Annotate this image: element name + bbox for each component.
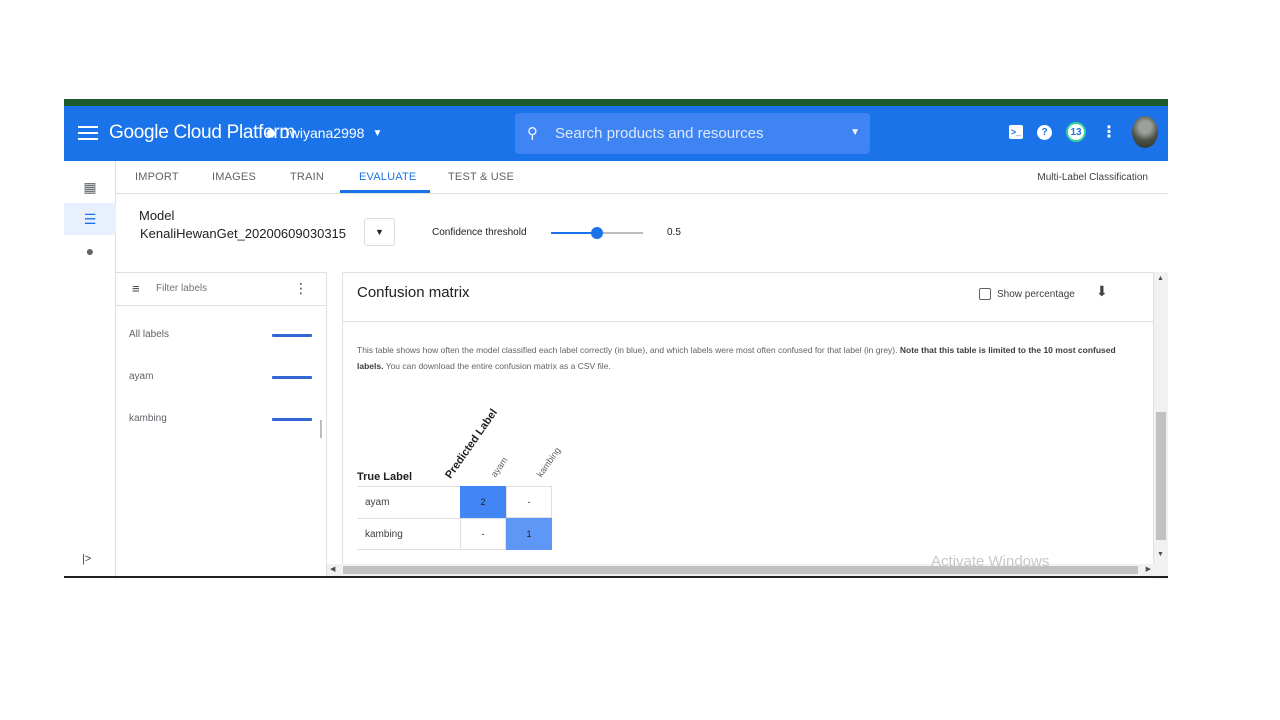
filter-header: ≡ Filter labels ⋮: [116, 273, 326, 306]
filter-icon[interactable]: ≡: [132, 281, 140, 296]
scroll-left-icon[interactable]: ◀: [330, 565, 335, 573]
column-header-kambing: kambing: [534, 445, 563, 479]
tab-evaluate[interactable]: EVALUATE: [359, 171, 416, 183]
divider: [343, 321, 1154, 322]
column-header-ayam: ayam: [488, 455, 510, 479]
list-icon[interactable]: ☰: [64, 203, 116, 235]
matrix-cell-ayam-ayam[interactable]: 2: [460, 486, 506, 518]
label-item-ayam[interactable]: ayam: [129, 371, 153, 382]
filter-scrollbar[interactable]: [320, 420, 322, 438]
confidence-threshold-label: Confidence threshold: [432, 227, 527, 238]
search-bar[interactable]: ⚲ Search products and resources ▼: [515, 113, 870, 154]
row-label-ayam: ayam: [357, 486, 461, 518]
true-label-header: True Label: [357, 471, 413, 483]
bottom-border: [64, 576, 1168, 578]
show-percentage-toggle[interactable]: Show percentage: [979, 288, 1075, 300]
top-accent-bar: [64, 99, 1168, 106]
label-line-kambing: [272, 418, 312, 421]
top-header: Google Cloud Platform ⬣ Dwiyana2998 ▼ ⚲ …: [64, 106, 1168, 161]
help-icon[interactable]: ?: [1037, 124, 1052, 140]
scroll-right-icon[interactable]: ▶: [1146, 565, 1151, 573]
model-dropdown-button[interactable]: ▼: [364, 218, 395, 246]
project-name: Dwiyana2998: [279, 125, 365, 141]
confusion-matrix-panel: Confusion matrix Show percentage ⬇ This …: [342, 272, 1154, 564]
model-label: Model: [139, 208, 175, 223]
matrix-cell-ayam-kambing[interactable]: -: [506, 486, 552, 518]
show-percentage-checkbox[interactable]: [979, 288, 991, 300]
active-tab-indicator: [340, 190, 430, 193]
matrix-cell-kambing-kambing[interactable]: 1: [506, 518, 552, 550]
cloud-shell-icon[interactable]: >_: [1009, 125, 1023, 139]
download-icon[interactable]: ⬇: [1096, 283, 1108, 300]
chevron-down-icon: ▼: [372, 127, 383, 139]
label-item-all[interactable]: All labels: [129, 329, 169, 340]
tab-test-use[interactable]: TEST & USE: [448, 171, 514, 183]
header-actions: >_ ? 13 ⋮: [1009, 116, 1158, 148]
scroll-up-icon[interactable]: ▲: [1157, 275, 1164, 282]
more-vert-icon[interactable]: ⋮: [1100, 123, 1118, 141]
scroll-down-icon[interactable]: ▼: [1157, 551, 1164, 558]
vertical-scroll-thumb[interactable]: [1156, 412, 1166, 540]
search-dropdown-icon[interactable]: ▼: [850, 127, 860, 138]
label-line-ayam: [272, 376, 312, 379]
expand-icon[interactable]: |>: [82, 553, 91, 565]
matrix-cell-kambing-ayam[interactable]: -: [460, 518, 506, 550]
filter-input[interactable]: Filter labels: [156, 283, 207, 294]
label-item-kambing[interactable]: kambing: [129, 413, 167, 424]
label-line-all: [272, 334, 312, 337]
model-value[interactable]: KenaliHewanGet_20200609030315: [140, 226, 346, 241]
description-tail: You can download the entire confusion ma…: [385, 361, 611, 371]
slider-knob[interactable]: [591, 227, 603, 239]
matrix-description: This table shows how often the model cla…: [357, 342, 1137, 374]
tab-bar: IMPORT IMAGES TRAIN EVALUATE TEST & USE …: [116, 161, 1168, 194]
project-selector[interactable]: ⬣ Dwiyana2998 ▼: [266, 125, 382, 141]
confidence-slider[interactable]: [551, 227, 643, 239]
search-icon: ⚲: [527, 125, 538, 142]
avatar[interactable]: [1132, 116, 1158, 148]
search-input[interactable]: Search products and resources: [555, 125, 763, 142]
description-plain: This table shows how often the model cla…: [357, 345, 898, 355]
project-dots-icon: ⬣: [266, 127, 276, 140]
dashboard-icon[interactable]: ▦: [64, 171, 116, 203]
gcp-window: Google Cloud Platform ⬣ Dwiyana2998 ▼ ⚲ …: [64, 99, 1168, 579]
tab-train[interactable]: TRAIN: [290, 171, 324, 183]
menu-icon[interactable]: [78, 123, 98, 143]
lightbulb-icon[interactable]: ●: [64, 235, 116, 267]
tab-import[interactable]: IMPORT: [135, 171, 179, 183]
chevron-down-icon: ▼: [375, 227, 384, 237]
confidence-value: 0.5: [667, 227, 681, 238]
tab-images[interactable]: IMAGES: [212, 171, 256, 183]
left-nav: ▦ ☰ ● |>: [64, 161, 116, 579]
model-selector-row: Model KenaliHewanGet_20200609030315 ▼ Co…: [116, 194, 1168, 272]
classification-type: Multi-Label Classification: [1037, 172, 1148, 183]
more-vert-icon[interactable]: ⋮: [294, 280, 308, 297]
activate-windows-watermark: Activate Windows: [931, 553, 1050, 570]
confusion-matrix-title: Confusion matrix: [357, 284, 470, 301]
show-percentage-label: Show percentage: [997, 288, 1075, 300]
label-filter-panel: ≡ Filter labels ⋮ All labels ayam kambin…: [116, 272, 327, 579]
notifications-badge[interactable]: 13: [1066, 122, 1086, 142]
vertical-scrollbar[interactable]: ▲ ▼: [1154, 272, 1168, 579]
row-label-kambing: kambing: [357, 518, 461, 550]
